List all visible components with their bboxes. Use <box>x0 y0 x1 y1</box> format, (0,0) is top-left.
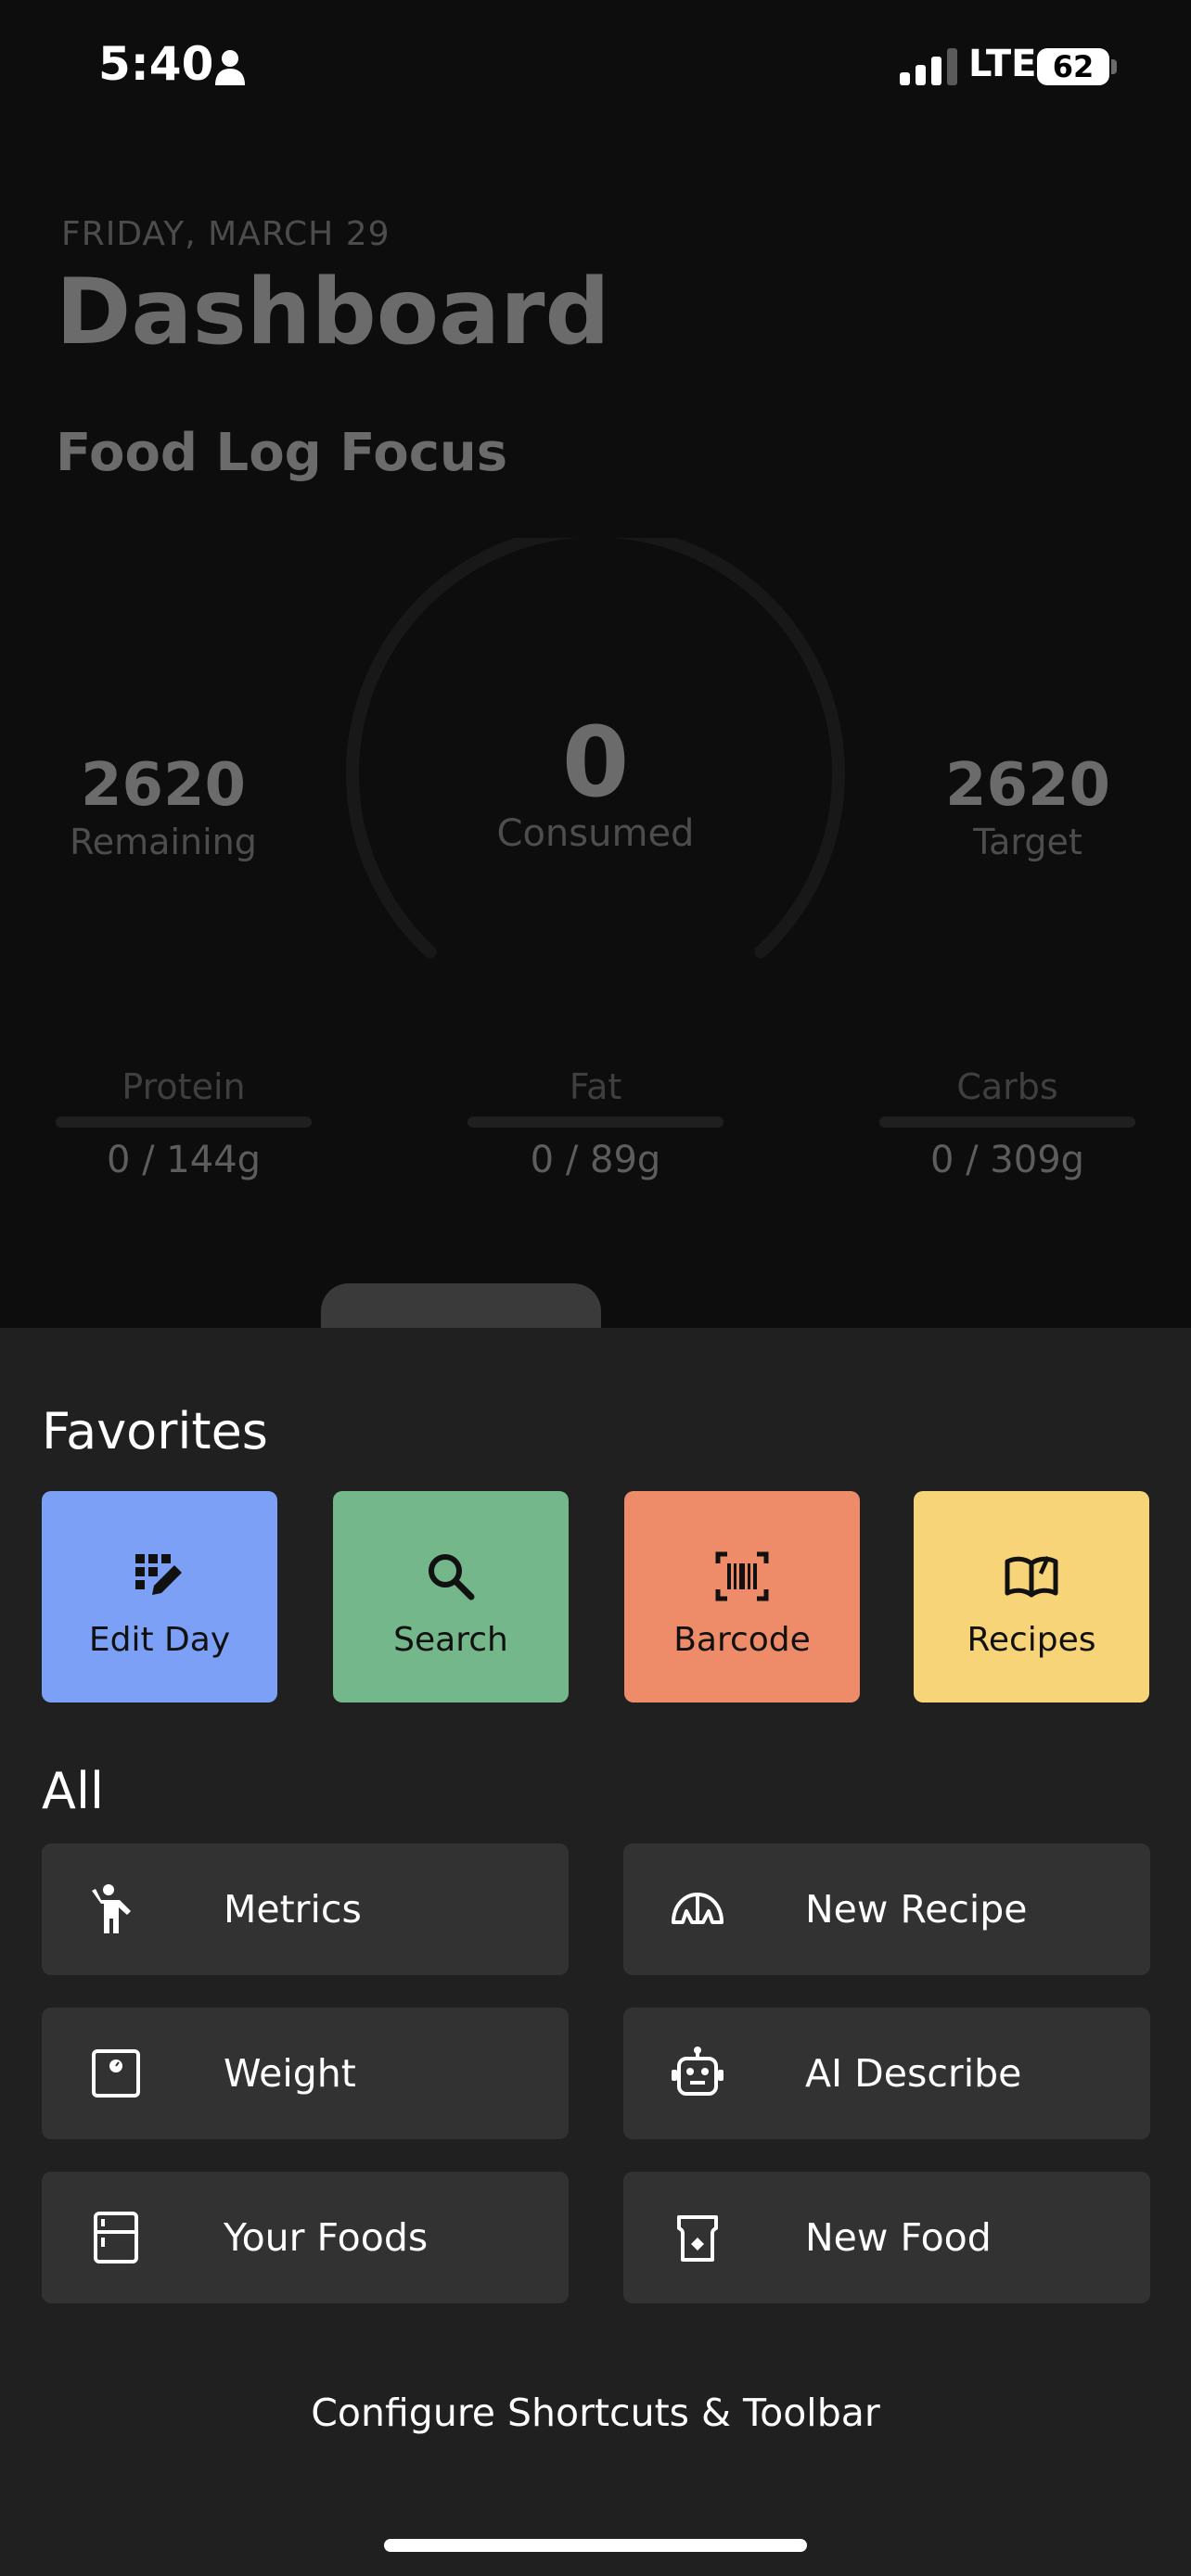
macro-value: 0 / 89g <box>530 1139 661 1181</box>
new-recipe-button[interactable]: New Recipe <box>623 1843 1150 1975</box>
page-title: Dashboard <box>56 260 610 365</box>
shortcuts-sheet: Favorites Edit Day Search Barcode Recipe… <box>0 1328 1191 2576</box>
battery-icon: 62 <box>1037 48 1109 85</box>
row-label: AI Describe <box>805 2051 1022 2096</box>
barcode-button[interactable]: Barcode <box>624 1491 860 1702</box>
row-label: New Recipe <box>805 1887 1028 1932</box>
recipes-button[interactable]: Recipes <box>914 1491 1149 1702</box>
consumed-label: Consumed <box>496 812 695 855</box>
section-title: Food Log Focus <box>56 423 508 483</box>
favorite-label: Search <box>393 1621 508 1659</box>
row-label: Your Foods <box>224 2215 429 2260</box>
macro-value: 0 / 309g <box>929 1139 1085 1181</box>
food-box-icon <box>677 2215 718 2262</box>
battery-tip <box>1111 59 1117 74</box>
favorites-heading: Favorites <box>42 1402 268 1460</box>
status-time: 5:40 <box>98 37 214 91</box>
your-foods-button[interactable]: Your Foods <box>42 2172 569 2303</box>
croissant-icon <box>672 1893 724 1924</box>
macro-progress-bar <box>879 1116 1135 1128</box>
search-icon <box>429 1554 475 1600</box>
macro-progress-bar <box>467 1116 724 1128</box>
person-waving-icon <box>92 1884 131 1933</box>
person-icon <box>215 50 245 85</box>
edit-grid-icon <box>135 1554 182 1595</box>
row-label: New Food <box>805 2215 992 2260</box>
ai-describe-button[interactable]: AI Describe <box>623 2008 1150 2139</box>
target-stat: 2620 Target <box>916 751 1139 862</box>
date-label: FRIDAY, MARCH 29 <box>61 215 391 253</box>
macro-protein: Protein 0 / 144g <box>56 1066 312 1181</box>
edit-day-button[interactable]: Edit Day <box>42 1491 277 1702</box>
target-label: Target <box>973 822 1082 862</box>
favorite-label: Edit Day <box>88 1621 231 1659</box>
target-value: 2620 <box>944 751 1111 820</box>
remaining-value: 2620 <box>80 751 247 820</box>
macro-label: Carbs <box>956 1066 1058 1107</box>
status-bar: 5:40 LTE 62 <box>0 0 1191 139</box>
remaining-stat: 2620 Remaining <box>52 751 275 862</box>
macro-label: Protein <box>122 1066 246 1107</box>
metrics-button[interactable]: Metrics <box>42 1843 569 1975</box>
barcode-icon <box>715 1551 769 1601</box>
macro-carbs: Carbs 0 / 309g <box>879 1066 1135 1181</box>
macro-fat: Fat 0 / 89g <box>467 1066 724 1181</box>
consumed-stat: 0 Consumed <box>456 714 735 855</box>
macro-progress-bar <box>56 1116 312 1128</box>
favorite-label: Barcode <box>673 1621 811 1659</box>
fridge-icon <box>94 2212 138 2264</box>
network-type: LTE <box>968 43 1037 85</box>
row-label: Metrics <box>224 1887 362 1932</box>
macro-value: 0 / 144g <box>106 1139 262 1181</box>
favorite-label: Recipes <box>967 1621 1096 1659</box>
cellular-signal-icon <box>900 48 957 85</box>
battery-percentage: 62 <box>1052 49 1095 84</box>
macro-label: Fat <box>569 1066 622 1107</box>
scale-icon <box>92 2049 140 2098</box>
configure-shortcuts-link[interactable]: Configure Shortcuts & Toolbar <box>0 2391 1191 2435</box>
book-icon <box>1005 1556 1058 1598</box>
weight-button[interactable]: Weight <box>42 2008 569 2139</box>
search-button[interactable]: Search <box>333 1491 569 1702</box>
robot-icon <box>672 2047 724 2096</box>
remaining-label: Remaining <box>70 822 257 862</box>
row-label: Weight <box>224 2051 356 2096</box>
home-indicator <box>384 2539 807 2552</box>
all-heading: All <box>42 1762 104 1820</box>
consumed-value: 0 <box>561 706 630 819</box>
new-food-button[interactable]: New Food <box>623 2172 1150 2303</box>
